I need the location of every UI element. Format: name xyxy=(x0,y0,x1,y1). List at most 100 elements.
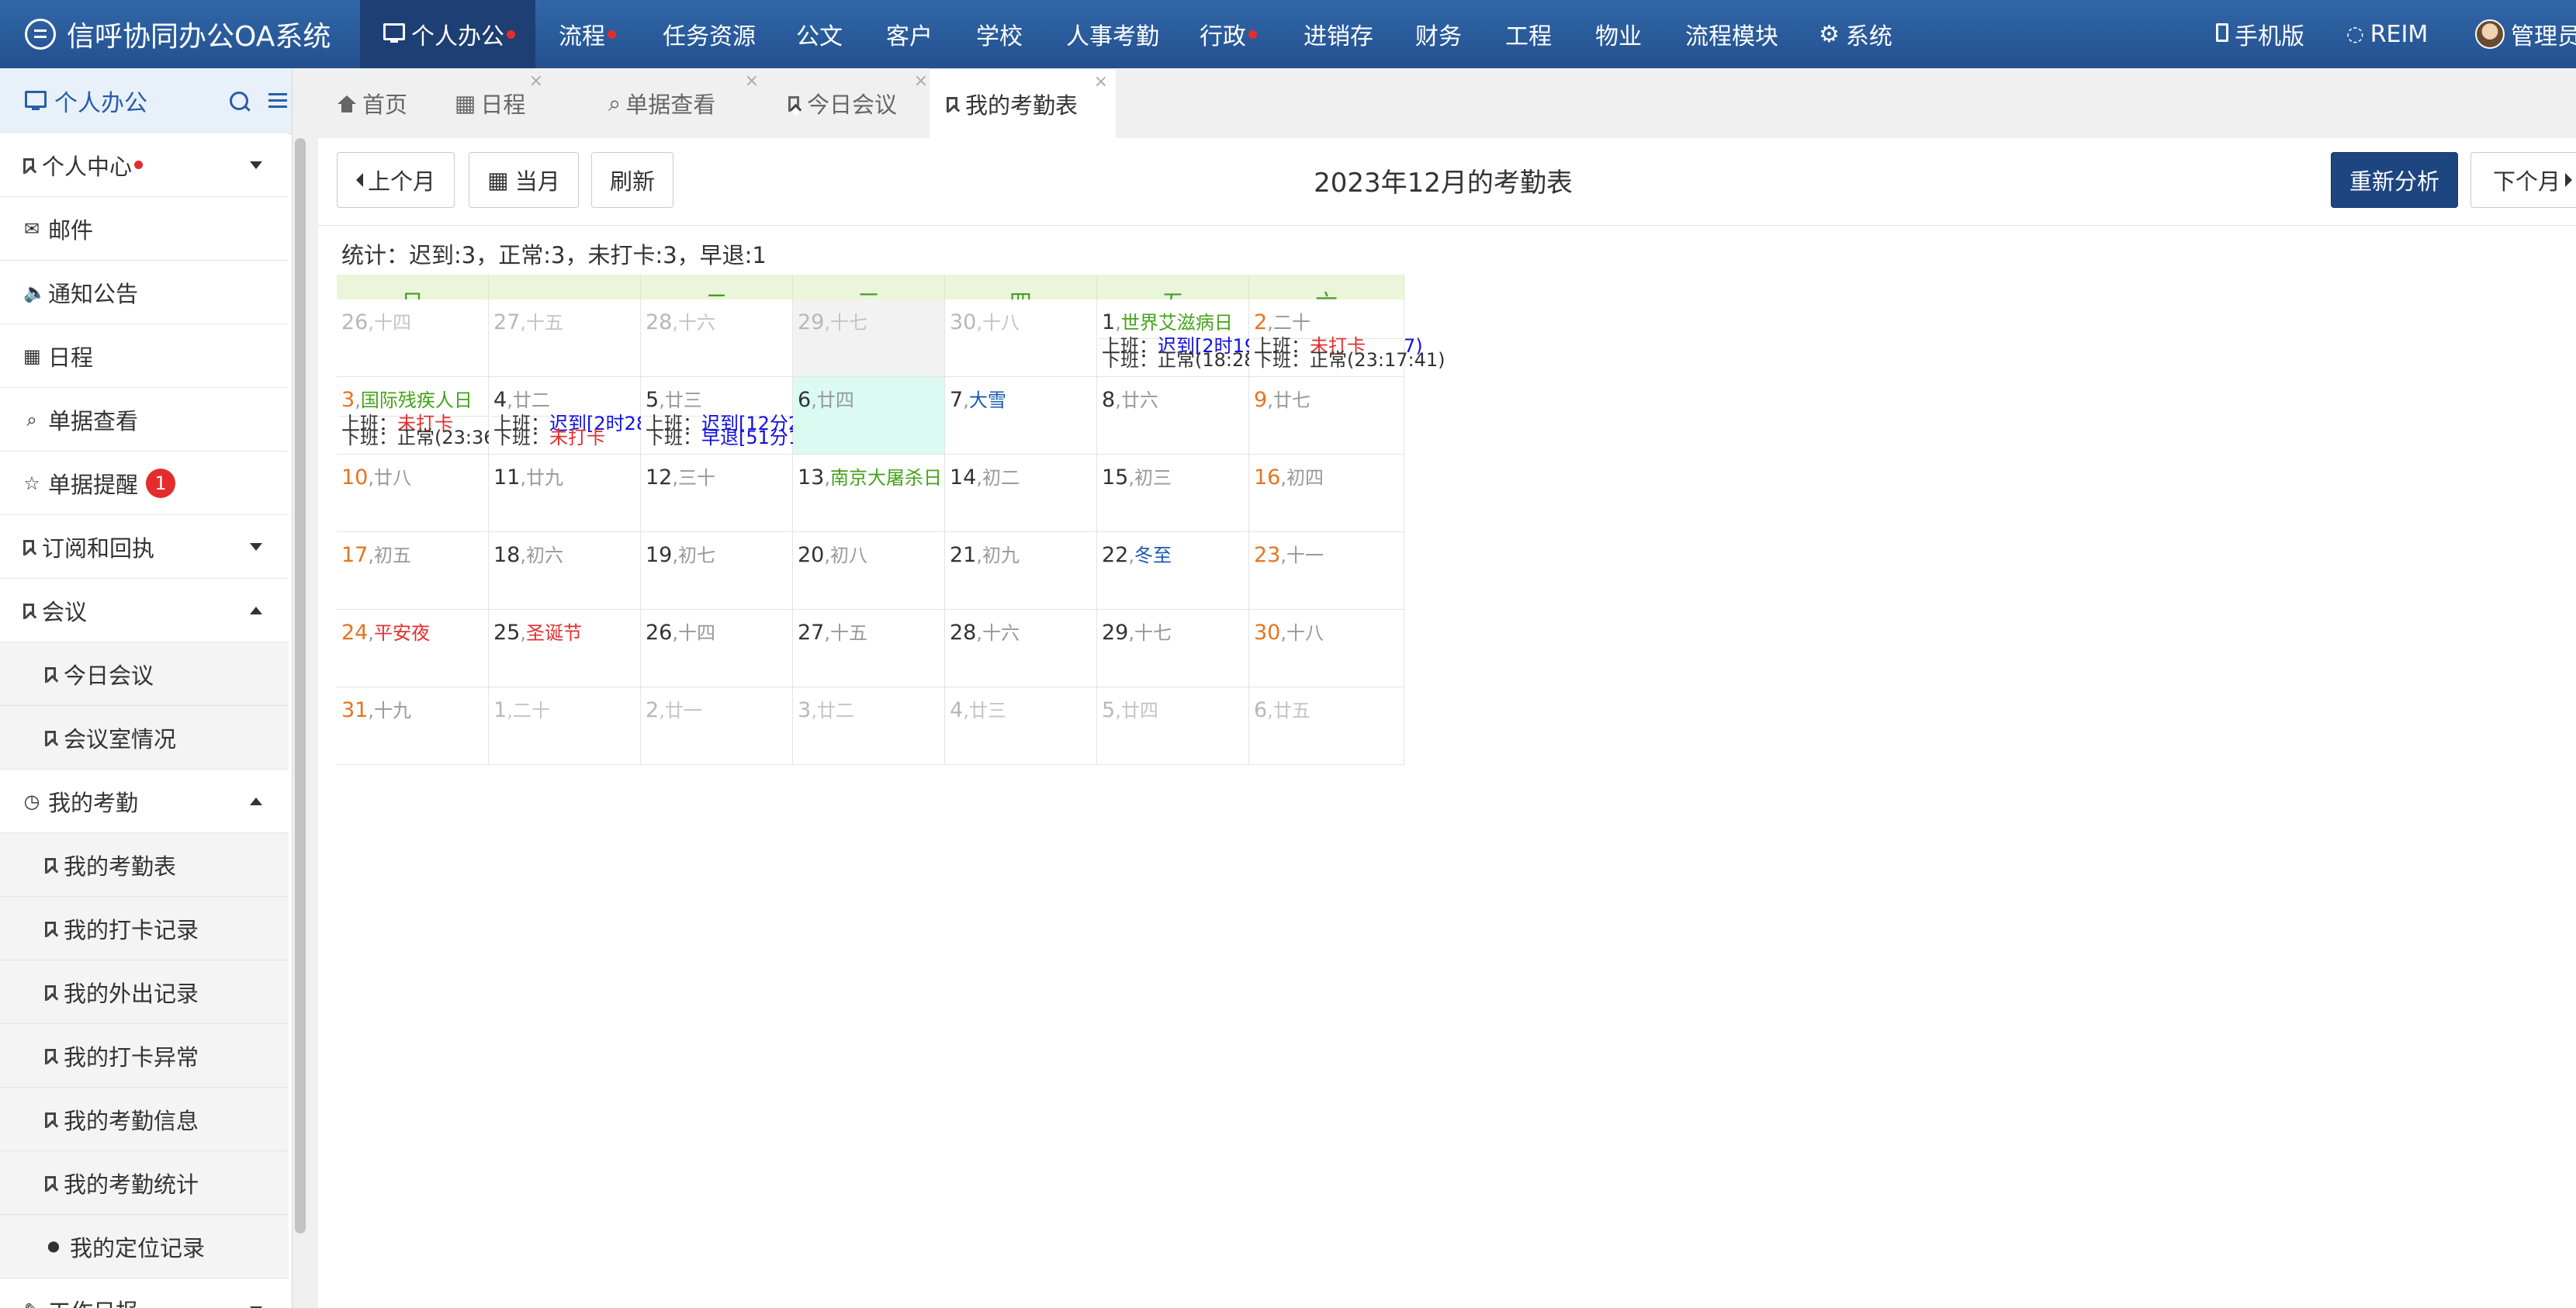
sidebar-item[interactable]: 会议室情况 xyxy=(0,706,289,770)
tab-document-view[interactable]: ⌕ 单据查看 × xyxy=(599,68,767,138)
calendar-day-cell[interactable]: 1,世界艾滋病日上班：迟到[2时19分56秒](11:19:57)下班：正常(1… xyxy=(1097,299,1423,377)
nav-item-flow[interactable]: 流程 xyxy=(559,0,616,68)
sidebar-item[interactable]: 我的考勤信息 xyxy=(0,1088,289,1151)
calendar-day-cell[interactable]: 23,十一 xyxy=(1249,532,1404,610)
next-month-button[interactable]: 下个月 xyxy=(2470,152,2576,208)
close-icon[interactable]: × xyxy=(914,71,928,91)
nav-item-admin[interactable]: 行政 xyxy=(1200,0,1257,68)
calendar-day-cell[interactable]: 4,廿二上班：迟到[2时28分35秒](11:28:36)下班：未打卡 xyxy=(489,377,815,455)
calendar-day-cell[interactable]: 3,廿二 xyxy=(793,687,945,765)
calendar-day-cell[interactable]: 10,廿八 xyxy=(337,455,489,532)
sidebar-item[interactable]: 我的外出记录 xyxy=(0,960,289,1024)
sidebar-item[interactable]: ✉ 邮件 xyxy=(0,197,289,261)
sidebar-item[interactable]: 🔈 通知公告 xyxy=(0,261,289,324)
calendar-day-cell[interactable]: 3,国际残疾人日 上班：未打卡 下班：正常(23:36:39) xyxy=(337,377,533,455)
nav-item-engineering[interactable]: 工程 xyxy=(1505,0,1552,68)
calendar-day-cell[interactable]: 26,十四 xyxy=(641,610,793,687)
sidebar-item[interactable]: 我的考勤统计 xyxy=(0,1151,289,1215)
close-icon[interactable]: × xyxy=(1094,72,1108,92)
calendar-day-cell[interactable]: 28,十六 xyxy=(945,610,1097,687)
sidebar-item[interactable]: ⌕ 单据查看 xyxy=(0,388,289,452)
search-icon: ⌕ xyxy=(608,89,621,116)
menu-icon[interactable] xyxy=(268,93,287,95)
calendar-day-cell[interactable]: 14,初二 xyxy=(945,455,1097,532)
calendar-day-cell[interactable]: 27,十五 xyxy=(793,610,945,687)
nav-item-flow-module[interactable]: 流程模块 xyxy=(1685,0,1778,68)
nav-item-document[interactable]: 公文 xyxy=(796,0,843,68)
calendar-day-cell[interactable]: 30,十八 xyxy=(945,299,1097,377)
mobile-version-link[interactable]: 手机版 xyxy=(2216,0,2304,68)
calendar-day-cell[interactable]: 19,初七 xyxy=(641,532,793,610)
close-icon[interactable]: × xyxy=(529,71,543,91)
clock-icon: ◷ xyxy=(23,790,40,812)
nav-item-customer[interactable]: 客户 xyxy=(886,0,933,68)
calendar-day-cell[interactable]: 22,冬至 xyxy=(1097,532,1249,610)
nav-item-task-resource[interactable]: 任务资源 xyxy=(663,0,756,68)
calendar-day-cell[interactable]: 5,廿三上班：迟到[12分21秒](09:12:22)下班：早退[51分13秒]… xyxy=(641,377,936,455)
sidebar-item[interactable]: 我的考勤表 xyxy=(0,833,289,897)
day-label: 20,初八 xyxy=(798,540,867,567)
nav-item-hr-attendance[interactable]: 人事考勤 xyxy=(1066,0,1159,68)
reanalyze-button[interactable]: 重新分析 xyxy=(2331,152,2458,208)
calendar-day-cell[interactable]: 20,初八 xyxy=(793,532,945,610)
nav-item-property[interactable]: 物业 xyxy=(1595,0,1642,68)
calendar-day-cell[interactable]: 26,十四 xyxy=(337,299,489,377)
calendar-day-cell[interactable]: 25,圣诞节 xyxy=(489,610,641,687)
sidebar-item[interactable]: 我的打卡异常 xyxy=(0,1024,289,1088)
nav-item-school[interactable]: 学校 xyxy=(976,0,1023,68)
calendar-day-cell[interactable]: 21,初九 xyxy=(945,532,1097,610)
calendar-day-cell[interactable]: 16,初四 xyxy=(1249,455,1404,532)
calendar-day-cell[interactable]: 29,十七 xyxy=(793,299,945,377)
sidebar-item[interactable]: ⬤ 我的定位记录 xyxy=(0,1215,289,1279)
sidebar-item[interactable]: 个人中心 xyxy=(0,133,289,197)
user-menu[interactable]: 管理员 xyxy=(2475,0,2576,68)
calendar-day-cell[interactable]: 6,廿四 xyxy=(793,377,945,455)
refresh-button[interactable]: 刷新 xyxy=(591,152,673,208)
prev-month-button[interactable]: 上个月 xyxy=(337,152,455,208)
calendar-day-cell[interactable]: 5,廿四 xyxy=(1097,687,1249,765)
sidebar-item[interactable]: ◷ 我的考勤 xyxy=(0,770,289,833)
sidebar-item[interactable]: 我的打卡记录 xyxy=(0,897,289,960)
nav-item-inventory[interactable]: 进销存 xyxy=(1304,0,1373,68)
calendar-day-cell[interactable]: 2,廿一 xyxy=(641,687,793,765)
sidebar-item[interactable]: 会议 xyxy=(0,579,289,642)
sidebar-scrollbar-thumb[interactable] xyxy=(295,138,306,1234)
app-logo[interactable]: 信呼协同办公OA系统 xyxy=(25,0,331,68)
sidebar-item[interactable]: ☆ 单据提醒 1 xyxy=(0,452,289,515)
bookmark-icon xyxy=(23,157,34,174)
nav-item-personal[interactable]: 个人办公 xyxy=(360,0,535,68)
calendar-day-cell[interactable]: 6,廿五 xyxy=(1249,687,1404,765)
calendar-day-cell[interactable]: 15,初三 xyxy=(1097,455,1249,532)
calendar-day-cell[interactable]: 2,二十 上班：未打卡 下班：正常(23:17:41) xyxy=(1249,299,1446,377)
reim-link[interactable]: ◌ REIM xyxy=(2346,0,2428,68)
calendar-day-cell[interactable]: 17,初五 xyxy=(337,532,489,610)
sidebar-item[interactable]: ▦ 日程 xyxy=(0,324,289,388)
sidebar-item[interactable]: 订阅和回执 xyxy=(0,515,289,579)
calendar-day-cell[interactable]: 7,大雪 xyxy=(945,377,1097,455)
tab-schedule[interactable]: ▦ 日程 × xyxy=(445,68,551,138)
tab-home[interactable]: 首页 xyxy=(318,68,427,138)
tab-my-attendance[interactable]: 我的考勤表 × xyxy=(930,68,1116,138)
calendar-day-cell[interactable]: 13,南京大屠杀日 xyxy=(793,455,945,532)
nav-item-finance[interactable]: 财务 xyxy=(1415,0,1462,68)
this-month-button[interactable]: ▦ 当月 xyxy=(469,152,579,208)
calendar-day-cell[interactable]: 24,平安夜 xyxy=(337,610,489,687)
calendar-day-cell[interactable]: 8,廿六 xyxy=(1097,377,1249,455)
nav-item-system[interactable]: ⚙ 系统 xyxy=(1819,0,1892,68)
calendar-day-cell[interactable]: 18,初六 xyxy=(489,532,641,610)
calendar-day-cell[interactable]: 29,十七 xyxy=(1097,610,1249,687)
sidebar-item[interactable]: ✎ 工作日报 xyxy=(0,1279,289,1308)
calendar-day-cell[interactable]: 4,廿三 xyxy=(945,687,1097,765)
calendar-day-cell[interactable]: 28,十六 xyxy=(641,299,793,377)
calendar-day-cell[interactable]: 1,二十 xyxy=(489,687,641,765)
calendar-day-cell[interactable]: 30,十八 xyxy=(1249,610,1404,687)
calendar-day-cell[interactable]: 31,十九 xyxy=(337,687,489,765)
sidebar-item[interactable]: 今日会议 xyxy=(0,642,289,706)
calendar-day-cell[interactable]: 12,三十 xyxy=(641,455,793,532)
calendar-day-cell[interactable]: 27,十五 xyxy=(489,299,641,377)
calendar-day-cell[interactable]: 9,廿七 xyxy=(1249,377,1404,455)
tab-today-meeting[interactable]: 今日会议 × xyxy=(781,68,936,138)
search-icon[interactable] xyxy=(230,92,248,110)
calendar-day-cell[interactable]: 11,廿九 xyxy=(489,455,641,532)
close-icon[interactable]: × xyxy=(745,71,759,91)
